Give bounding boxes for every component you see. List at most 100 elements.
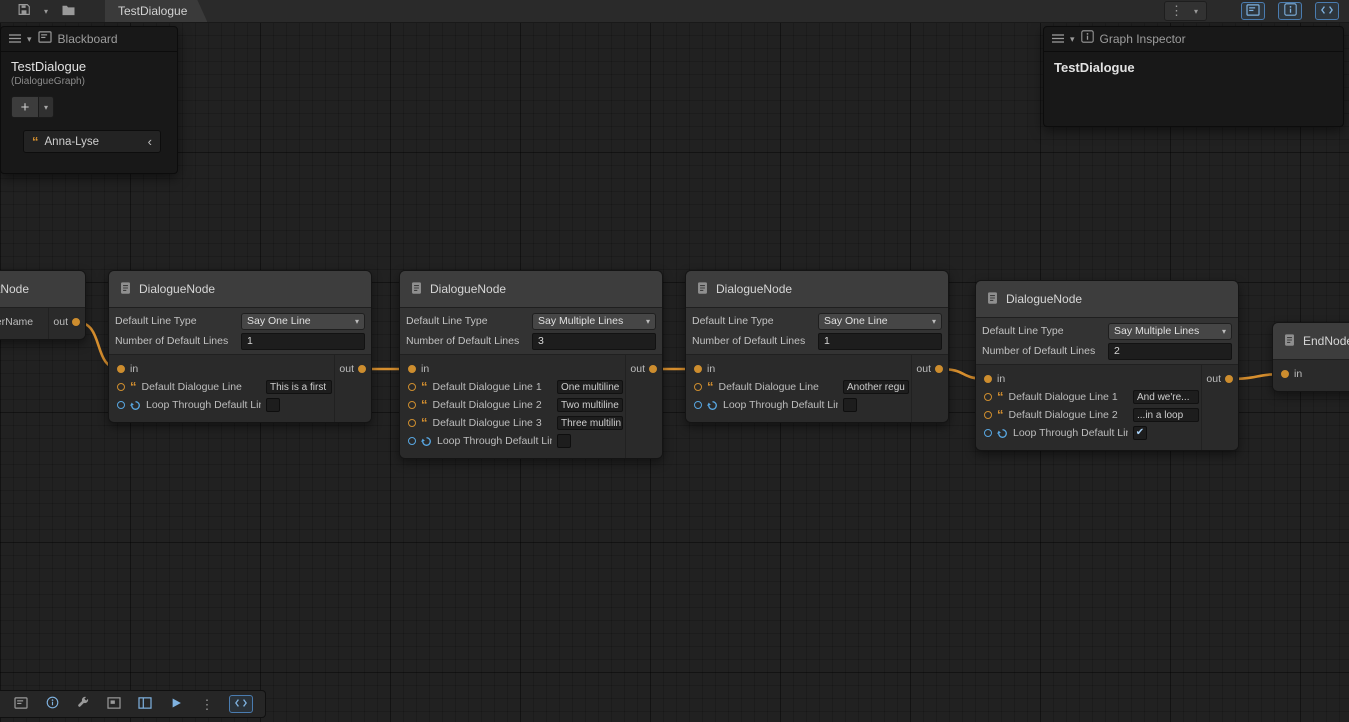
quote-icon: “ [421, 382, 428, 392]
default-dialogue-line-3-field[interactable]: Three multilin [557, 416, 623, 430]
default-line-type-dropdown[interactable]: Say One Line▾ [241, 313, 365, 330]
collapse-icon[interactable]: ▾ [1070, 35, 1075, 44]
port-loop[interactable] [694, 401, 702, 409]
more-options-button[interactable]: ▾ [1188, 3, 1204, 20]
loop-through-default-lines-checkbox[interactable]: ✔ [1133, 426, 1147, 440]
node-d3[interactable]: DialogueNodeDefault Line TypeSay One Lin… [685, 270, 949, 423]
port-line1[interactable] [984, 393, 992, 401]
open-asset-button[interactable] [58, 3, 79, 20]
blackboard-icon [38, 30, 52, 48]
port-loop[interactable] [117, 401, 125, 409]
port-line1[interactable] [408, 383, 416, 391]
port-in[interactable] [408, 365, 416, 373]
panels-button[interactable] [136, 695, 154, 713]
port-line3[interactable] [408, 419, 416, 427]
more-button[interactable]: ⋮ [198, 695, 216, 713]
node-title-bar[interactable]: DialogueNode [686, 271, 948, 308]
minimap-button[interactable] [105, 695, 123, 713]
port-row-line2: “Default Dialogue Line 2Two multiline [400, 397, 625, 413]
play-button[interactable] [167, 695, 185, 713]
port-row-in: in [976, 371, 1201, 387]
blackboard-header[interactable]: ▾ Blackboard [1, 27, 177, 52]
port-row-out: out [1206, 371, 1238, 387]
chevron-left-icon[interactable]: ‹ [148, 135, 152, 148]
default-dialogue-line-field[interactable]: This is a first [266, 380, 332, 394]
node-title-bar[interactable]: EndNode [1273, 323, 1349, 360]
quote-icon: “ [130, 382, 137, 392]
port-out[interactable] [1225, 375, 1233, 383]
expand-button[interactable] [229, 695, 253, 713]
default-line-type-dropdown[interactable]: Say One Line▾ [818, 313, 942, 330]
port-line[interactable] [117, 383, 125, 391]
panelcols-icon [138, 697, 152, 712]
port-line2[interactable] [984, 411, 992, 419]
save-button[interactable] [14, 3, 34, 20]
drag-handle-icon[interactable] [1052, 30, 1064, 48]
blackboard-field-anna-lyse[interactable]: “ Anna-Lyse ‹ [23, 130, 161, 153]
port-out[interactable] [649, 365, 657, 373]
graph-inspector-header[interactable]: ▾ Graph Inspector [1044, 27, 1343, 52]
graph-inspector-body: TestDialogue [1044, 52, 1343, 83]
port-line2[interactable] [408, 401, 416, 409]
property-row: Default Line TypeSay Multiple Lines▾ [400, 311, 662, 331]
port-out[interactable] [72, 318, 80, 326]
node-start[interactable]: StartNodeSpeakerNameout [0, 270, 86, 340]
node-type-icon [119, 281, 132, 298]
add-property-dropdown[interactable]: ▾ [39, 96, 54, 118]
number-of-default-lines-field[interactable]: 3 [532, 333, 656, 350]
node-title-bar[interactable]: DialogueNode [109, 271, 371, 308]
graph-canvas[interactable]: StartNodeSpeakerNameout DialogueNodeDefa… [0, 22, 1349, 722]
folder-icon [61, 4, 76, 19]
tab-testdialogue[interactable]: TestDialogue [105, 0, 207, 22]
more-menu-button[interactable]: ⋮ [1167, 3, 1186, 20]
drag-handle-icon[interactable] [9, 30, 21, 48]
port-row-loop: Loop Through Default Lines?✔ [976, 425, 1201, 441]
port-loop[interactable] [984, 429, 992, 437]
default-dialogue-line-1-field[interactable]: And we're... [1133, 390, 1199, 404]
default-line-type-dropdown[interactable]: Say Multiple Lines▾ [532, 313, 656, 330]
loop-through-default-lines-checkbox[interactable] [557, 434, 571, 448]
port-in[interactable] [984, 375, 992, 383]
toggle-preview-button[interactable] [1315, 2, 1339, 20]
port-in[interactable] [694, 365, 702, 373]
port-loop[interactable] [408, 437, 416, 445]
node-title-bar[interactable]: DialogueNode [400, 271, 662, 308]
port-in[interactable] [117, 365, 125, 373]
save-options-button[interactable]: ▾ [38, 3, 54, 20]
node-ports: in“Default Dialogue LineThis is a firstL… [109, 355, 371, 422]
port-out[interactable] [935, 365, 943, 373]
add-property-button[interactable]: + [11, 96, 39, 118]
port-out[interactable] [358, 365, 366, 373]
port-row-in: in [1273, 366, 1349, 382]
number-of-default-lines-field[interactable]: 1 [818, 333, 942, 350]
node-d1[interactable]: DialogueNodeDefault Line TypeSay One Lin… [108, 270, 372, 423]
default-line-type-dropdown[interactable]: Say Multiple Lines▾ [1108, 323, 1232, 340]
collapse-icon[interactable]: ▾ [27, 35, 32, 44]
more-icon: ⋮ [201, 697, 214, 712]
quote-icon: “ [707, 382, 714, 392]
node-end[interactable]: EndNode in [1272, 322, 1349, 392]
port-in[interactable] [1281, 370, 1289, 378]
node-title-bar[interactable]: DialogueNode [976, 281, 1238, 318]
number-of-default-lines-field[interactable]: 2 [1108, 343, 1232, 360]
port-line[interactable] [694, 383, 702, 391]
toggle-blackboard-button[interactable] [1241, 2, 1265, 20]
loop-through-default-lines-checkbox[interactable] [266, 398, 280, 412]
inspector-button[interactable] [43, 695, 61, 713]
tools-button[interactable] [74, 695, 92, 713]
blackboard-button[interactable] [12, 695, 30, 713]
default-dialogue-line-field[interactable]: Another regu [843, 380, 909, 394]
loop-through-default-lines-checkbox[interactable] [843, 398, 857, 412]
node-title-label: DialogueNode [430, 282, 506, 296]
node-d4[interactable]: DialogueNodeDefault Line TypeSay Multipl… [975, 280, 1239, 451]
default-dialogue-line-1-field[interactable]: One multiline [557, 380, 623, 394]
default-dialogue-line-2-field[interactable]: Two multiline [557, 398, 623, 412]
number-of-default-lines-field[interactable]: 1 [241, 333, 365, 350]
node-title-bar[interactable]: StartNode [0, 271, 85, 308]
default-dialogue-line-2-field[interactable]: ...in a loop [1133, 408, 1199, 422]
tab-label: TestDialogue [118, 4, 187, 18]
port-row-speakername: SpeakerName [0, 314, 48, 330]
node-d2[interactable]: DialogueNode Default Line TypeSay Multipl… [399, 270, 663, 459]
node-properties: Default Line TypeSay One Line▾Number of … [686, 308, 948, 355]
toggle-inspector-button[interactable] [1278, 2, 1302, 20]
